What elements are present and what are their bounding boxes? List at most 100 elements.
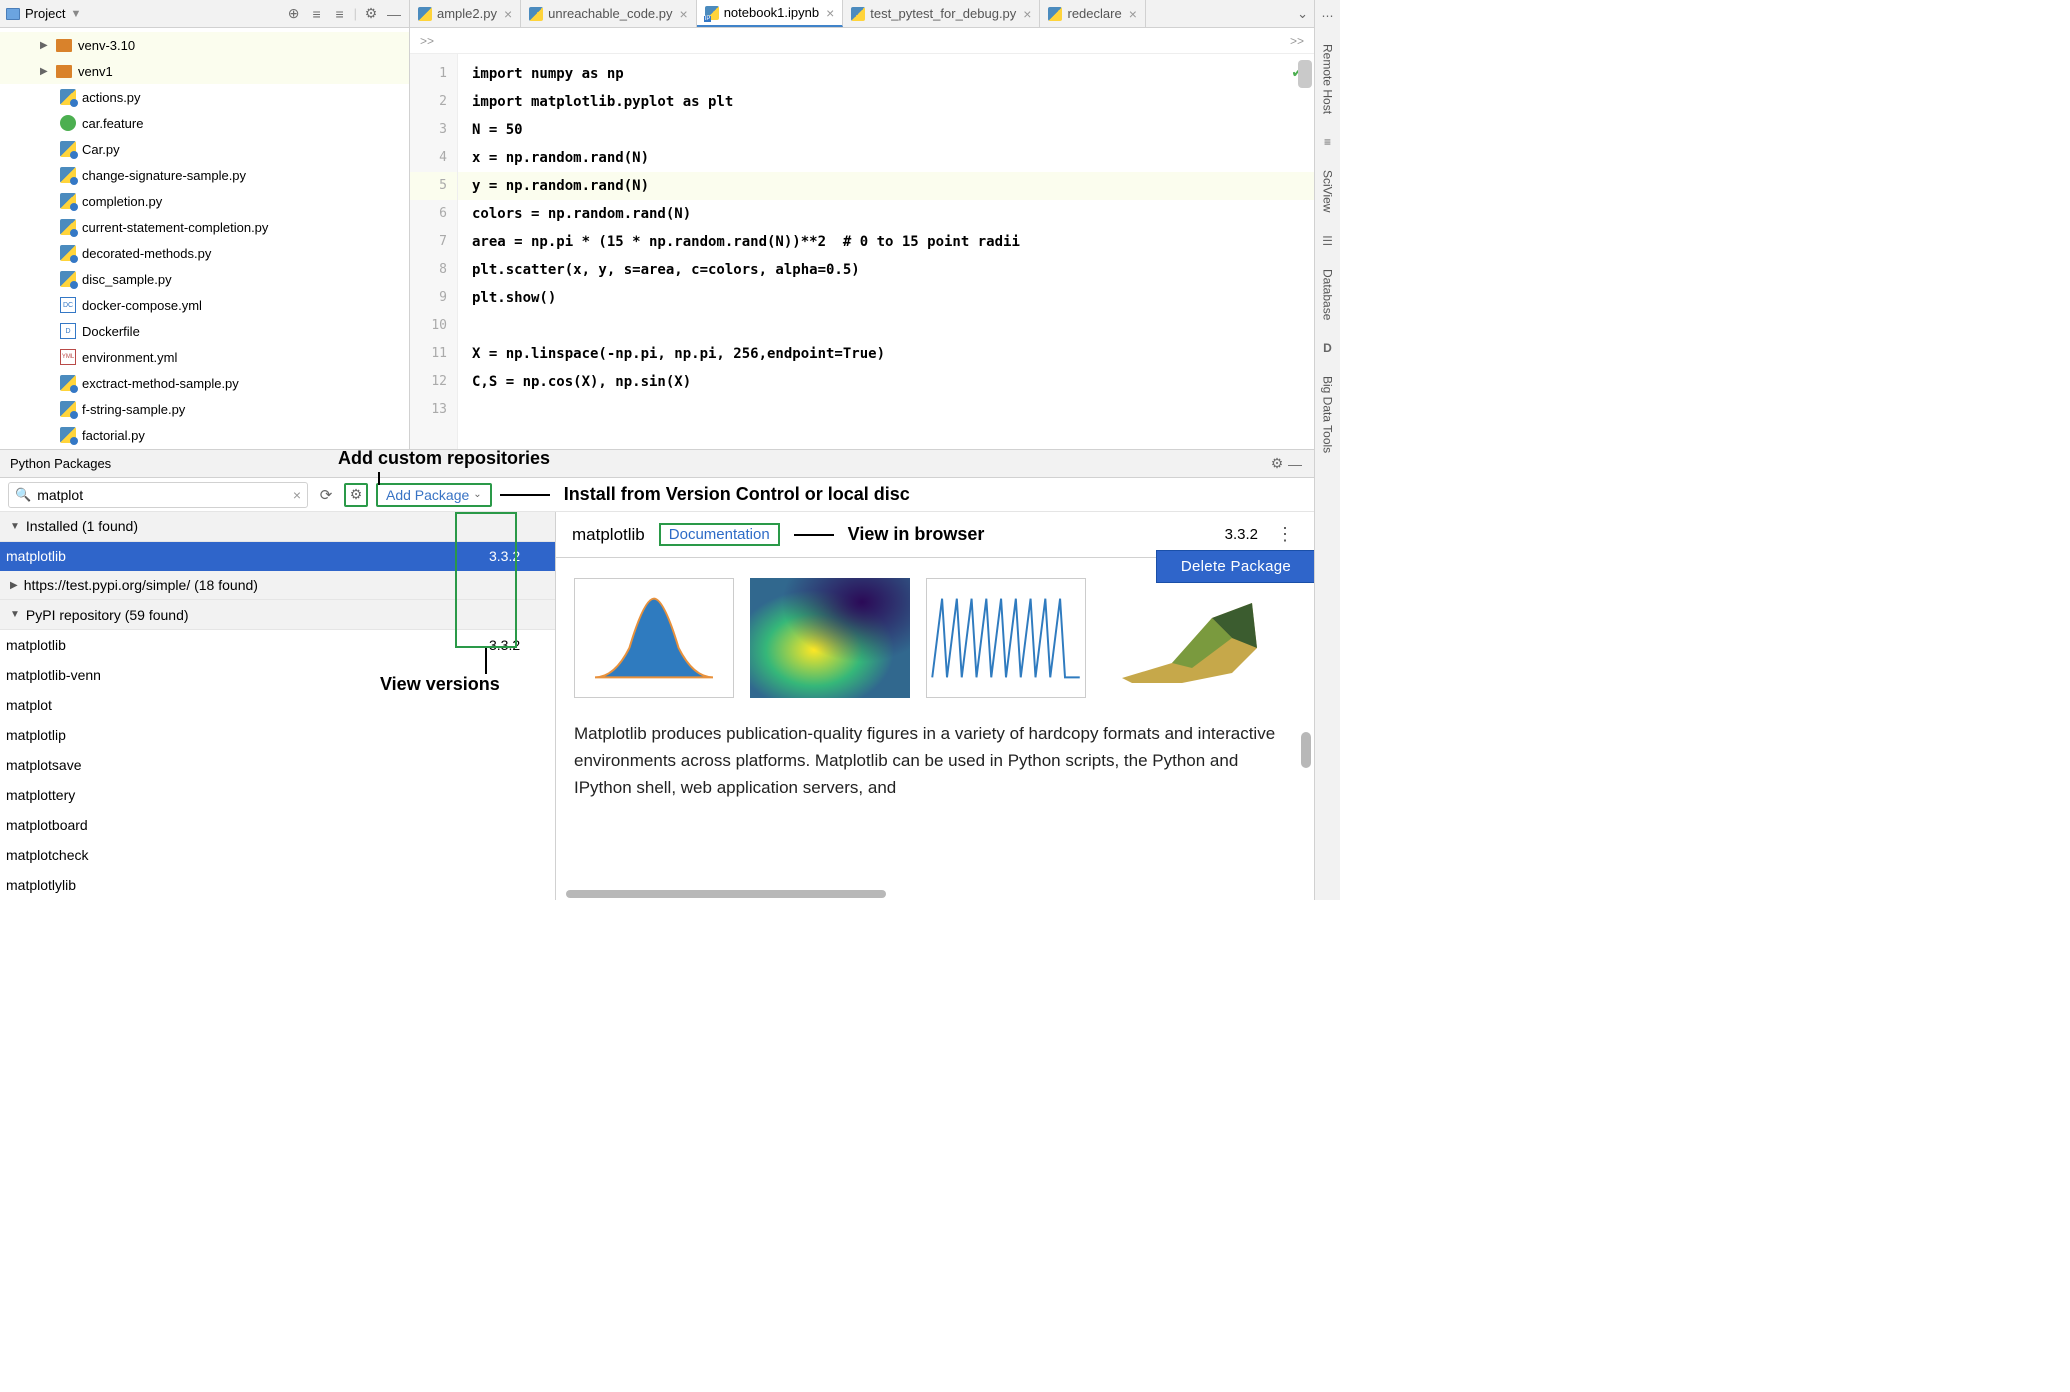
detail-version: 3.3.2 bbox=[1225, 526, 1258, 543]
breadcrumb[interactable]: >> >> bbox=[410, 28, 1314, 54]
package-name: matplotsave bbox=[4, 757, 549, 773]
code-line[interactable]: import numpy as np bbox=[458, 60, 1314, 88]
group-label: PyPI repository (59 found) bbox=[26, 607, 189, 623]
editor-tab[interactable]: redeclare× bbox=[1040, 0, 1145, 27]
close-icon[interactable]: × bbox=[826, 5, 834, 21]
delete-package-menu-item[interactable]: Delete Package bbox=[1156, 550, 1314, 583]
chevron-right-icon[interactable]: ▶ bbox=[40, 66, 50, 77]
package-row[interactable]: matplotsave bbox=[0, 750, 555, 780]
packages-search-input[interactable] bbox=[37, 487, 287, 503]
tree-item-label: disc_sample.py bbox=[82, 272, 172, 287]
tree-file[interactable]: current-statement-completion.py bbox=[0, 214, 409, 240]
python-file-icon bbox=[60, 89, 76, 105]
line-number: 6 bbox=[410, 200, 457, 228]
editor-tab[interactable]: test_pytest_for_debug.py× bbox=[843, 0, 1040, 27]
code-line[interactable]: y = np.random.rand(N) bbox=[458, 172, 1314, 200]
yml-file-icon: YML bbox=[60, 349, 76, 365]
editor-scrollbar[interactable] bbox=[1298, 60, 1312, 88]
add-package-button[interactable]: Add Package ⌄ bbox=[376, 483, 492, 507]
tree-file[interactable]: decorated-methods.py bbox=[0, 240, 409, 266]
line-number: 2 bbox=[410, 88, 457, 116]
sidebar-database[interactable]: Database bbox=[1319, 265, 1337, 324]
sidebar-sciview[interactable]: SciView bbox=[1319, 166, 1337, 216]
code-line[interactable]: C,S = np.cos(X), np.sin(X) bbox=[458, 368, 1314, 396]
package-row[interactable]: matplotlylib bbox=[0, 870, 555, 900]
code-line[interactable]: colors = np.random.rand(N) bbox=[458, 200, 1314, 228]
editor-tab-active[interactable]: notebook1.ipynb× bbox=[697, 0, 844, 27]
code-line[interactable]: x = np.random.rand(N) bbox=[458, 144, 1314, 172]
code-line[interactable]: plt.scatter(x, y, s=area, c=colors, alph… bbox=[458, 256, 1314, 284]
package-row[interactable]: matplotlib-venn bbox=[0, 660, 555, 690]
packages-panel-header: Python Packages ⚙ — bbox=[0, 450, 1314, 478]
minimize-icon[interactable]: — bbox=[1286, 455, 1304, 473]
package-row[interactable]: matplotboard bbox=[0, 810, 555, 840]
tree-folder[interactable]: ▶ venv1 bbox=[0, 58, 409, 84]
line-number: 3 bbox=[410, 116, 457, 144]
tree-item-label: venv1 bbox=[78, 64, 113, 79]
editor-tab[interactable]: ample2.py× bbox=[410, 0, 521, 27]
tree-file[interactable]: factorial.py bbox=[0, 422, 409, 448]
package-row[interactable]: matplotlip bbox=[0, 720, 555, 750]
tree-item-label: actions.py bbox=[82, 90, 141, 105]
tree-file[interactable]: Car.py bbox=[0, 136, 409, 162]
package-row[interactable]: matplotcheck bbox=[0, 840, 555, 870]
expand-all-icon[interactable]: ≡ bbox=[308, 5, 326, 23]
tree-file[interactable]: YMLenvironment.yml bbox=[0, 344, 409, 370]
detail-content: Matplotlib produces publication-quality … bbox=[556, 558, 1314, 900]
packages-search-box[interactable]: 🔍 × bbox=[8, 482, 308, 508]
chevron-down-icon[interactable]: ▼ bbox=[70, 8, 81, 20]
package-row[interactable]: matplottery bbox=[0, 780, 555, 810]
code-lines[interactable]: ✔ import numpy as npimport matplotlib.py… bbox=[458, 54, 1314, 449]
sciview-icon: ≡ bbox=[1320, 134, 1336, 150]
close-icon[interactable]: × bbox=[1129, 6, 1137, 22]
code-line[interactable]: area = np.pi * (15 * np.random.rand(N))*… bbox=[458, 228, 1314, 256]
locate-icon[interactable]: ⊕ bbox=[285, 5, 303, 23]
code-line[interactable] bbox=[458, 396, 1314, 424]
collapse-all-icon[interactable]: ≡ bbox=[331, 5, 349, 23]
documentation-link[interactable]: Documentation bbox=[659, 523, 780, 546]
close-icon[interactable]: × bbox=[680, 6, 688, 22]
code-line[interactable]: import matplotlib.pyplot as plt bbox=[458, 88, 1314, 116]
horizontal-scrollbar[interactable] bbox=[556, 890, 1314, 900]
reload-icon[interactable]: ⟳ bbox=[316, 485, 336, 505]
gear-icon[interactable]: ⚙ bbox=[362, 5, 380, 23]
sidebar-remote-host[interactable]: Remote Host bbox=[1319, 40, 1337, 118]
code-line[interactable]: X = np.linspace(-np.pi, np.pi, 256,endpo… bbox=[458, 340, 1314, 368]
close-icon[interactable]: × bbox=[1023, 6, 1031, 22]
tree-folder[interactable]: ▶ venv-3.10 bbox=[0, 32, 409, 58]
detail-scrollbar[interactable] bbox=[1301, 732, 1311, 768]
minimize-icon[interactable]: — bbox=[385, 5, 403, 23]
python-file-icon bbox=[60, 219, 76, 235]
group-label: Installed (1 found) bbox=[26, 518, 138, 534]
tree-item-label: current-statement-completion.py bbox=[82, 220, 268, 235]
tree-file[interactable]: car.feature bbox=[0, 110, 409, 136]
tree-file[interactable]: change-signature-sample.py bbox=[0, 162, 409, 188]
tabs-overflow-icon[interactable]: ⌄ bbox=[1291, 0, 1314, 27]
code-line[interactable]: plt.show() bbox=[458, 284, 1314, 312]
more-icon[interactable]: ⋯ bbox=[1320, 8, 1336, 24]
sidebar-bigdata[interactable]: Big Data Tools bbox=[1319, 372, 1337, 457]
close-icon[interactable]: × bbox=[504, 6, 512, 22]
more-actions-icon[interactable]: ⋮ bbox=[1272, 524, 1298, 545]
chevron-right-icon[interactable]: ▶ bbox=[40, 40, 50, 51]
package-row[interactable]: matplot bbox=[0, 690, 555, 720]
clear-icon[interactable]: × bbox=[293, 487, 301, 503]
editor-tab[interactable]: unreachable_code.py× bbox=[521, 0, 697, 27]
jupyter-file-icon bbox=[705, 6, 719, 20]
tree-file[interactable]: DDockerfile bbox=[0, 318, 409, 344]
gear-icon[interactable]: ⚙ bbox=[1268, 455, 1286, 473]
tree-file[interactable]: exctract-method-sample.py bbox=[0, 370, 409, 396]
project-panel-title[interactable]: Project bbox=[25, 6, 65, 21]
tree-file[interactable]: completion.py bbox=[0, 188, 409, 214]
tree-file[interactable]: disc_sample.py bbox=[0, 266, 409, 292]
chevron-right-icon: ▶ bbox=[10, 580, 18, 591]
tree-file[interactable]: actions.py bbox=[0, 84, 409, 110]
project-tree[interactable]: ▶ venv-3.10 ▶ venv1 actions.py car.featur… bbox=[0, 28, 409, 449]
tree-file[interactable]: f-string-sample.py bbox=[0, 396, 409, 422]
manage-repos-button[interactable]: ⚙ bbox=[344, 483, 368, 507]
packages-body: ▼ Installed (1 found) matplotlib 3.3.2 ▶… bbox=[0, 512, 1314, 900]
code-line[interactable]: N = 50 bbox=[458, 116, 1314, 144]
tree-file[interactable]: DCdocker-compose.yml bbox=[0, 292, 409, 318]
code-editor[interactable]: 12345678910111213 ✔ import numpy as npim… bbox=[410, 54, 1314, 449]
code-line[interactable] bbox=[458, 312, 1314, 340]
